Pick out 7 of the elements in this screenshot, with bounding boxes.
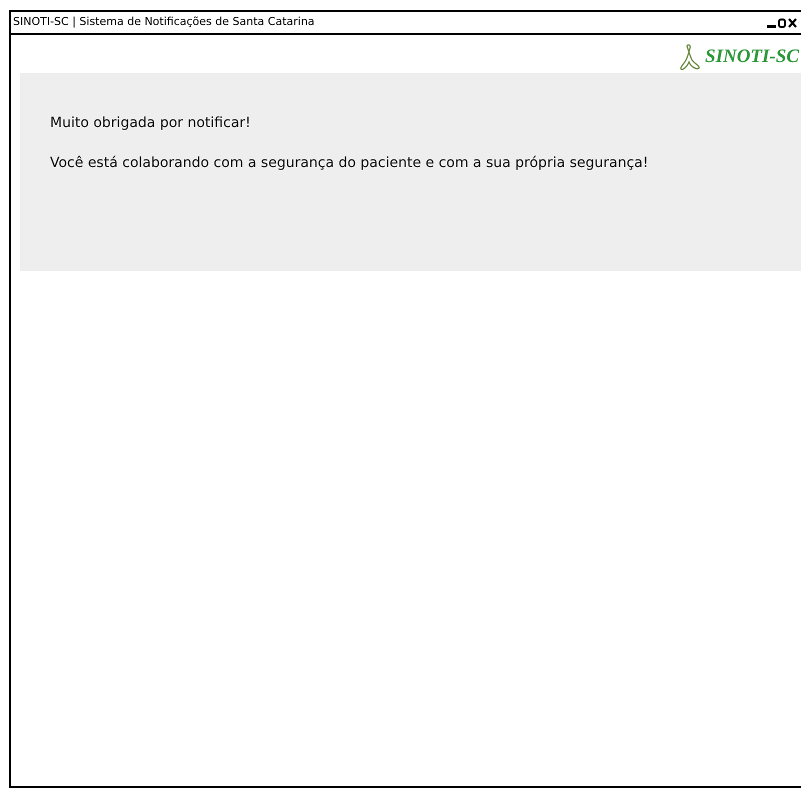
logo-icon — [679, 44, 702, 70]
maximize-icon[interactable] — [778, 18, 786, 28]
window-title: SINOTI-SC | Sistema de Notificações de Santa Catarina — [13, 14, 315, 30]
logo-text: SINOTI-SC — [705, 44, 799, 69]
message-text: Você está colaborando com a segurança do paciente e com a sua própria segurança! — [50, 154, 650, 173]
close-icon[interactable] — [788, 18, 797, 28]
message-text: Muito obrigada por notificar! — [50, 114, 252, 133]
